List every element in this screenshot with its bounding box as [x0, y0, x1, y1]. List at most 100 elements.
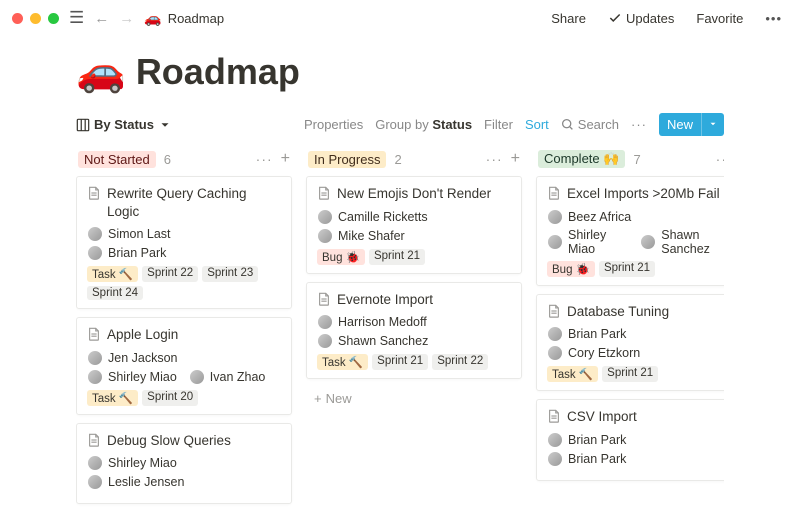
- tag: Sprint 21: [369, 249, 425, 265]
- column-count: 6: [164, 152, 171, 167]
- card-title: Evernote Import: [317, 291, 511, 309]
- new-dropdown[interactable]: [701, 113, 724, 136]
- avatar: [317, 333, 333, 349]
- page-header: 🚗 Roadmap: [76, 48, 724, 95]
- person: Leslie Jensen: [87, 474, 184, 490]
- page-icon: [87, 186, 101, 200]
- avatar: [87, 369, 103, 385]
- card[interactable]: Excel Imports >20Mb Fail Beez AfricaShirl…: [536, 176, 724, 286]
- plus-icon: +: [314, 391, 322, 406]
- person: Brian Park: [547, 326, 626, 342]
- view-selector[interactable]: By Status: [76, 117, 172, 132]
- person: Brian Park: [547, 432, 626, 448]
- breadcrumb[interactable]: 🚗 Roadmap: [144, 10, 224, 27]
- person: Jen Jackson: [87, 350, 177, 366]
- search-button[interactable]: Search: [561, 117, 619, 132]
- page-icon: [547, 186, 561, 200]
- card-title: Database Tuning: [547, 303, 724, 321]
- tag: Task 🔨: [87, 266, 138, 282]
- avatar: [547, 209, 563, 225]
- status-pill[interactable]: Complete 🙌: [538, 150, 625, 168]
- card-people: Beez AfricaShirley MiaoShawn Sanchez: [547, 209, 724, 256]
- minimize-window[interactable]: [30, 13, 41, 24]
- card-people: Harrison MedoffShawn Sanchez: [317, 314, 511, 349]
- view-more-icon[interactable]: ···: [631, 117, 647, 132]
- status-pill[interactable]: Not Started: [78, 151, 156, 168]
- page-icon: [547, 304, 561, 318]
- titlebar: ☰ ← → 🚗 Roadmap Share Updates Favorite •…: [0, 0, 800, 36]
- tag: Bug 🐞: [547, 261, 595, 277]
- avatar: [87, 474, 103, 490]
- column-more-icon[interactable]: ···: [716, 151, 724, 167]
- search-icon: [561, 118, 574, 131]
- updates-button[interactable]: Updates: [602, 7, 680, 30]
- tag: Sprint 21: [372, 354, 428, 370]
- avatar: [317, 314, 333, 330]
- chevron-down-icon: [158, 118, 172, 132]
- avatar: [547, 451, 563, 467]
- favorite-button[interactable]: Favorite: [690, 7, 749, 30]
- hamburger-icon[interactable]: ☰: [69, 8, 84, 28]
- more-icon[interactable]: •••: [759, 7, 788, 30]
- tag: Task 🔨: [317, 354, 368, 370]
- tag: Sprint 21: [602, 366, 658, 382]
- person: Harrison Medoff: [317, 314, 427, 330]
- card[interactable]: Rewrite Query Caching Logic Simon LastBri…: [76, 176, 292, 309]
- status-pill[interactable]: In Progress: [308, 151, 386, 168]
- page-icon: [317, 292, 331, 306]
- page-title[interactable]: Roadmap: [136, 51, 300, 93]
- column-add-icon[interactable]: +: [281, 150, 290, 168]
- avatar: [317, 209, 333, 225]
- card-people: Shirley Miao Leslie Jensen: [87, 455, 281, 490]
- card-title: CSV Import: [547, 408, 724, 426]
- page-icon: [547, 409, 561, 423]
- breadcrumb-title: Roadmap: [168, 11, 224, 26]
- avatar: [547, 326, 563, 342]
- properties-button[interactable]: Properties: [304, 117, 363, 132]
- person: Shirley Miao: [87, 455, 177, 471]
- window-controls: [12, 13, 59, 24]
- tag: Sprint 21: [599, 261, 655, 277]
- close-window[interactable]: [12, 13, 23, 24]
- avatar: [87, 455, 103, 471]
- board-column: Not Started6···+Rewrite Query Caching Lo…: [76, 146, 292, 512]
- tag: Task 🔨: [547, 366, 598, 382]
- card-tags: Task 🔨Sprint 20: [87, 390, 281, 406]
- card[interactable]: Apple LoginJen JacksonShirley MiaoIvan Z…: [76, 317, 292, 415]
- share-button[interactable]: Share: [545, 7, 592, 30]
- card[interactable]: Debug Slow QueriesShirley MiaoLeslie Jen…: [76, 423, 292, 505]
- page-icon: [317, 186, 331, 200]
- filter-button[interactable]: Filter: [484, 117, 513, 132]
- card[interactable]: CSV Import Brian Park Brian Park: [536, 399, 724, 481]
- back-icon[interactable]: ←: [94, 10, 109, 27]
- card-people: Camille RickettsMike Shafer: [317, 209, 511, 244]
- card-people: Jen JacksonShirley MiaoIvan Zhao: [87, 350, 281, 385]
- maximize-window[interactable]: [48, 13, 59, 24]
- card[interactable]: Evernote Import Harrison MedoffShawn Sanc…: [306, 282, 522, 380]
- new-card-button[interactable]: + New: [306, 387, 522, 410]
- card-people: Simon LastBrian Park: [87, 226, 281, 261]
- card[interactable]: Database Tuning Brian Park Cory Etzkorn Tas…: [536, 294, 724, 392]
- avatar: [87, 245, 103, 261]
- card[interactable]: New Emojis Don't RenderCamille RickettsM…: [306, 176, 522, 274]
- chevron-down-icon: [708, 119, 718, 129]
- card-title: Excel Imports >20Mb Fail: [547, 185, 724, 203]
- person: Shirley Miao: [87, 369, 177, 385]
- tag: Sprint 24: [87, 286, 143, 300]
- board-column: Complete 🙌7···+Excel Imports >20Mb FailB…: [536, 146, 724, 512]
- person: Simon Last: [87, 226, 171, 242]
- column-count: 2: [394, 152, 401, 167]
- person: Cory Etzkorn: [547, 345, 640, 361]
- avatar: [547, 432, 563, 448]
- sort-button[interactable]: Sort: [525, 117, 549, 132]
- person: Camille Ricketts: [317, 209, 428, 225]
- avatar: [640, 234, 656, 250]
- card-title: Rewrite Query Caching Logic: [87, 185, 281, 220]
- column-more-icon[interactable]: ···: [256, 151, 273, 167]
- group-by-button[interactable]: Group by Status: [375, 117, 472, 132]
- page-icon[interactable]: 🚗: [76, 48, 126, 95]
- person: Brian Park: [547, 451, 626, 467]
- column-add-icon[interactable]: +: [511, 150, 520, 168]
- column-more-icon[interactable]: ···: [486, 151, 503, 167]
- new-button[interactable]: New: [659, 113, 724, 136]
